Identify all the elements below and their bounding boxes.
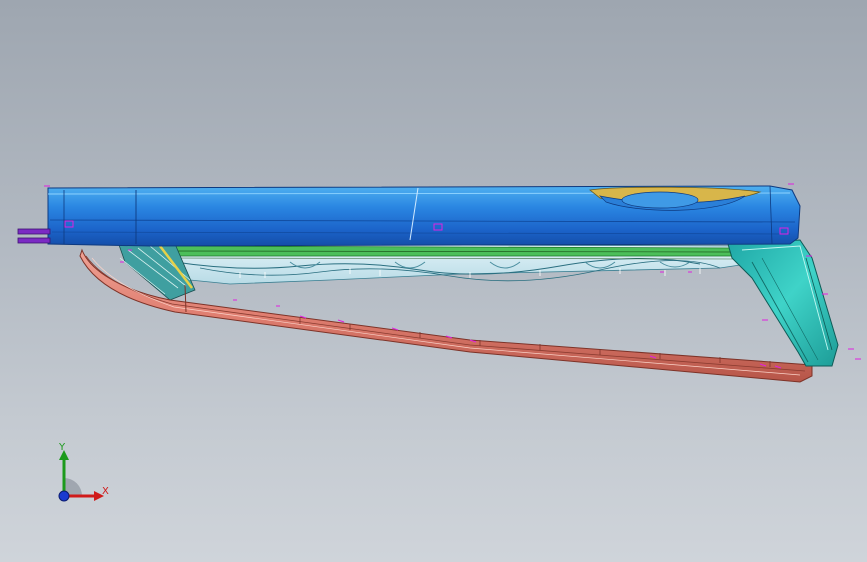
top-rail[interactable] [47, 185, 801, 247]
cad-model[interactable] [0, 0, 867, 562]
x-axis-label: X [102, 486, 109, 497]
inner-panel[interactable] [149, 243, 761, 285]
view-triad: Y X [48, 440, 118, 510]
z-axis-dot-icon [58, 490, 70, 502]
right-end-bracket[interactable] [727, 239, 839, 367]
rod-pair[interactable] [17, 228, 51, 244]
y-axis-label: Y [59, 442, 66, 453]
graphics-viewport[interactable]: Y X [0, 0, 867, 562]
